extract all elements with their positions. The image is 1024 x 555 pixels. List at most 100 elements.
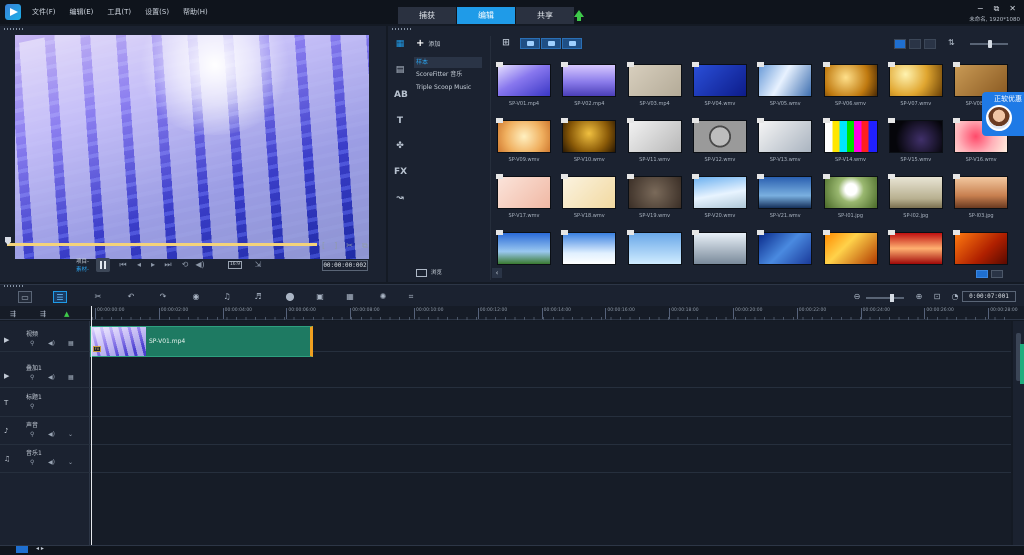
ripple-icon[interactable]: ▦: [68, 374, 74, 381]
library-scroll-left[interactable]: ‹: [492, 268, 502, 278]
maximize-button[interactable]: ⧉: [994, 4, 1000, 14]
media-thumbnail[interactable]: [561, 230, 617, 268]
change-ratio-icon[interactable]: ⇲: [253, 260, 263, 270]
folder-triple-scoop[interactable]: Triple Scoop Music: [414, 82, 482, 93]
storyboard-view-button[interactable]: ▭: [18, 291, 32, 303]
upload-icon[interactable]: [574, 10, 584, 21]
tab-edit[interactable]: 编辑: [457, 7, 515, 24]
zoom-in-icon[interactable]: ⊕: [912, 291, 926, 303]
media-thumbnail[interactable]: SP-V04.wmv: [691, 62, 748, 110]
media-thumbnail[interactable]: [691, 230, 748, 268]
zoom-out-icon[interactable]: ⊖: [850, 291, 864, 303]
ripple-icon[interactable]: ▦: [68, 340, 74, 347]
thumbnail-size-slider[interactable]: [970, 40, 1008, 48]
menu-edit[interactable]: 编辑(E): [70, 7, 94, 17]
subtitle-editor-icon[interactable]: ▣: [313, 291, 327, 303]
mute-icon[interactable]: ◀): [48, 459, 55, 466]
media-thumbnail[interactable]: SP-V01.mp4: [496, 62, 552, 110]
media-thumbnail[interactable]: [887, 230, 944, 268]
track-toggle-button[interactable]: [16, 546, 28, 553]
menu-file[interactable]: 文件(F): [32, 7, 56, 17]
media-thumbnail[interactable]: SP-V13.wmv: [757, 118, 813, 166]
media-thumbnail[interactable]: SP-V15.wmv: [887, 118, 944, 166]
media-thumbnail[interactable]: SP-I02.jpg: [887, 174, 944, 222]
panel-grip[interactable]: [4, 28, 24, 30]
grid-view-button[interactable]: [924, 39, 936, 49]
list-view-button[interactable]: [909, 39, 921, 49]
media-thumbnail[interactable]: SP-V20.wmv: [691, 174, 748, 222]
chapter-icon[interactable]: ⇶: [40, 310, 46, 318]
scroll-arrows-icon[interactable]: ◂ ▸: [36, 545, 44, 552]
menu-help[interactable]: 帮助(H): [183, 7, 208, 17]
toggle-panel-icon[interactable]: [991, 270, 1003, 278]
add-marker-icon[interactable]: ▲: [64, 310, 69, 318]
fit-project-icon[interactable]: ⊡: [930, 291, 944, 303]
link-icon[interactable]: ⚲: [30, 374, 34, 381]
timeline-clip[interactable]: FX SP-V01.mp4: [90, 326, 313, 357]
auto-music-icon[interactable]: ♬: [251, 291, 265, 303]
media-thumbnail[interactable]: [757, 230, 813, 268]
media-thumbnail[interactable]: SP-V09.wmv: [496, 118, 552, 166]
mute-icon[interactable]: ◀): [48, 431, 55, 438]
folder-samples[interactable]: 样本: [414, 57, 482, 68]
media-thumbnail[interactable]: SP-V03.mp4: [626, 62, 683, 110]
tab-share[interactable]: 共享: [516, 7, 574, 24]
panel-grip[interactable]: [4, 285, 24, 287]
timeline-timecode[interactable]: 0:00:07:001: [962, 291, 1016, 302]
media-thumbnail[interactable]: SP-V17.wmv: [496, 174, 552, 222]
folder-scorefitter[interactable]: ScoreFitter 音乐: [414, 69, 482, 80]
expand-icon[interactable]: ⌄: [68, 459, 73, 466]
thumbnail-view-button[interactable]: [894, 39, 906, 49]
tools-icon[interactable]: ✂: [91, 291, 105, 303]
media-thumbnail[interactable]: [496, 230, 552, 268]
transition-icon[interactable]: AB: [394, 89, 408, 101]
panel-grip[interactable]: [392, 28, 412, 30]
expand-icon[interactable]: ⌄: [68, 431, 73, 438]
media-thumbnail[interactable]: [822, 230, 879, 268]
timeline-zoom-slider[interactable]: [866, 294, 904, 302]
sort-icon[interactable]: ⇅: [948, 38, 955, 47]
browse-button[interactable]: 浏览: [416, 268, 442, 277]
show-photo-button[interactable]: [541, 38, 561, 49]
scrub-bar[interactable]: [7, 243, 317, 246]
multi-camera-icon[interactable]: ▦: [343, 291, 357, 303]
volume-icon[interactable]: ◀): [195, 260, 205, 270]
media-thumbnail[interactable]: SP-I01.jpg: [822, 174, 879, 222]
playhead[interactable]: [91, 306, 92, 545]
options-icon[interactable]: [976, 270, 988, 278]
link-icon[interactable]: ⚲: [30, 340, 34, 347]
end-icon[interactable]: ⏭: [163, 260, 173, 270]
promo-widget[interactable]: 正软优惠: [982, 92, 1024, 136]
mute-icon[interactable]: ◀): [48, 340, 55, 347]
minimize-button[interactable]: −: [977, 4, 984, 14]
next-frame-icon[interactable]: ▸: [148, 260, 158, 270]
show-video-button[interactable]: [520, 38, 540, 49]
instant-project-icon[interactable]: ▤: [394, 64, 406, 76]
timeline-view-button[interactable]: ☰: [53, 291, 67, 303]
record-icon[interactable]: ◉: [189, 291, 203, 303]
audio-mixer-icon[interactable]: ♫: [220, 291, 234, 303]
filter-icon[interactable]: FX: [394, 166, 407, 178]
close-button[interactable]: ✕: [1009, 4, 1016, 14]
link-icon[interactable]: ⚲: [30, 431, 34, 438]
path-icon[interactable]: ↝: [394, 192, 406, 204]
project-mode-label[interactable]: 项目-: [76, 258, 89, 266]
media-thumbnail[interactable]: SP-V05.wmv: [757, 62, 813, 110]
motion-icon[interactable]: ✺: [376, 291, 390, 303]
menu-settings[interactable]: 设置(S): [145, 7, 169, 17]
media-thumbnail[interactable]: SP-V18.wmv: [561, 174, 617, 222]
media-thumbnail[interactable]: SP-V19.wmv: [626, 174, 683, 222]
media-thumbnail[interactable]: SP-V07.wmv: [887, 62, 944, 110]
mute-icon[interactable]: ◀): [48, 374, 55, 381]
split-clip-icon[interactable]: ✂: [346, 241, 353, 251]
media-thumbnail[interactable]: SP-V21.wmv: [757, 174, 813, 222]
media-thumbnail[interactable]: SP-V14.wmv: [822, 118, 879, 166]
repeat-icon[interactable]: ⟲: [180, 260, 190, 270]
media-thumbnail[interactable]: [626, 230, 683, 268]
clip-mode-label[interactable]: 素材-: [76, 266, 89, 274]
undo-icon[interactable]: ↶: [124, 291, 138, 303]
media-thumbnail[interactable]: SP-I03.jpg: [953, 174, 1009, 222]
play-pause-button[interactable]: [96, 258, 110, 272]
player-timecode[interactable]: 00:00:00:002: [322, 260, 368, 271]
graphics-icon[interactable]: ✤: [394, 140, 406, 152]
